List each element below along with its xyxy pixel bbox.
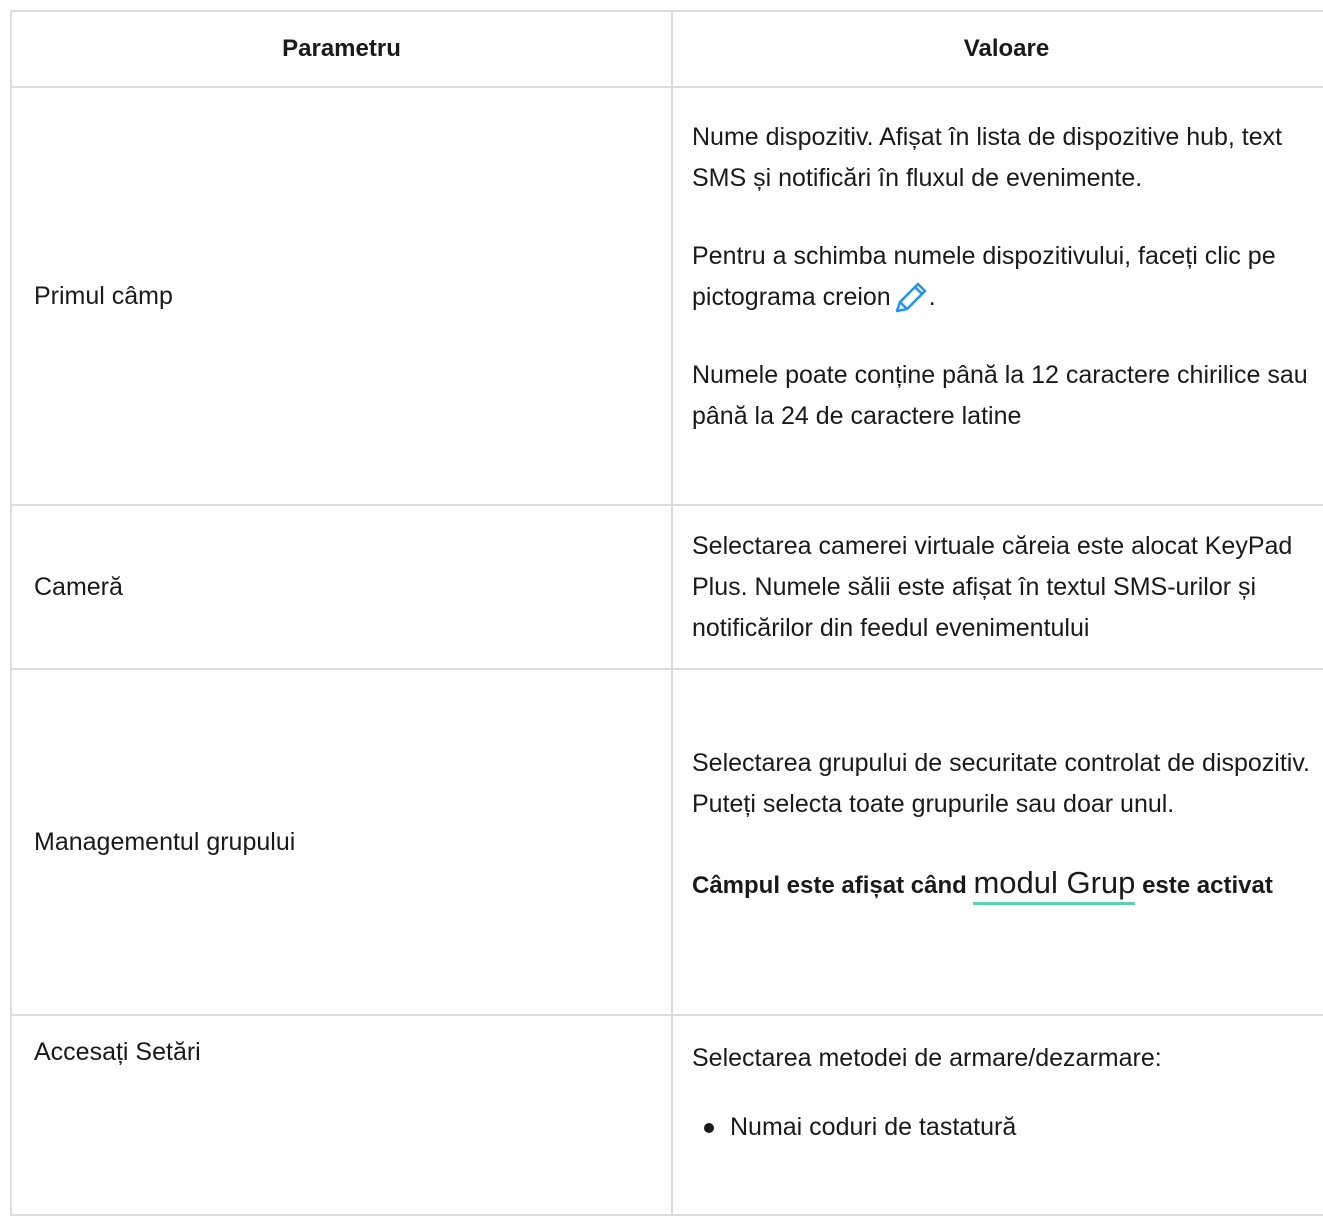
value-room: Selectarea camerei virtuale căreia este … [671, 504, 1323, 670]
param-group-management: Managementul grupului [10, 668, 673, 1016]
param-access-settings: Accesați Setări [10, 1014, 673, 1216]
value-group-management: Selectarea grupului de securitate contro… [671, 668, 1323, 1016]
table-row: Managementul grupului Selectarea grupulu… [10, 668, 1323, 1016]
value-text: Selectarea camerei virtuale căreia este … [692, 531, 1293, 642]
value-text: Selectarea metodei de armare/dezarmare: [692, 1044, 1162, 1072]
header-parameter: Parametru [10, 10, 673, 88]
table-row: Accesați Setări Selectarea metodei de ar… [10, 1014, 1323, 1216]
group-mode-note: Câmpul este afișat când modul Grup este … [692, 862, 1323, 907]
value-text: Numele poate conține până la 12 caracter… [692, 361, 1308, 430]
table-header-row: Parametru Valoare [10, 10, 1323, 88]
table-row: Primul câmp Nume dispozitiv. Afișat în l… [10, 86, 1323, 506]
value-text: Nume dispozitiv. Afișat în lista de disp… [692, 123, 1283, 192]
header-value: Valoare [671, 10, 1323, 88]
value-access-settings: Selectarea metodei de armare/dezarmare: … [671, 1014, 1323, 1216]
value-text: . [928, 283, 936, 311]
table-row: Cameră Selectarea camerei virtuale cărei… [10, 504, 1323, 670]
param-first-field: Primul câmp [10, 86, 673, 506]
param-room: Cameră [10, 504, 673, 670]
value-text: Pentru a schimba numele dispozitivului, … [692, 236, 1323, 318]
value-text: Pentru a schimba numele dispozitivului, … [692, 242, 1276, 311]
pencil-icon [891, 279, 929, 315]
note-text: este activat [1135, 872, 1273, 899]
bullet-icon [704, 1122, 714, 1133]
group-mode-link[interactable]: modul Grup [973, 865, 1136, 905]
parameters-table: Parametru Valoare Primul câmp Nume dispo… [10, 10, 1323, 1216]
value-first-field: Nume dispozitiv. Afișat în lista de disp… [671, 86, 1323, 506]
note-text: Câmpul este afișat când [692, 872, 974, 899]
value-text: Selectarea grupului de securitate contro… [692, 749, 1310, 818]
list-item-label: Numai coduri de tastatură [730, 1113, 1017, 1141]
list-item: Numai coduri de tastatură [692, 1107, 1323, 1148]
